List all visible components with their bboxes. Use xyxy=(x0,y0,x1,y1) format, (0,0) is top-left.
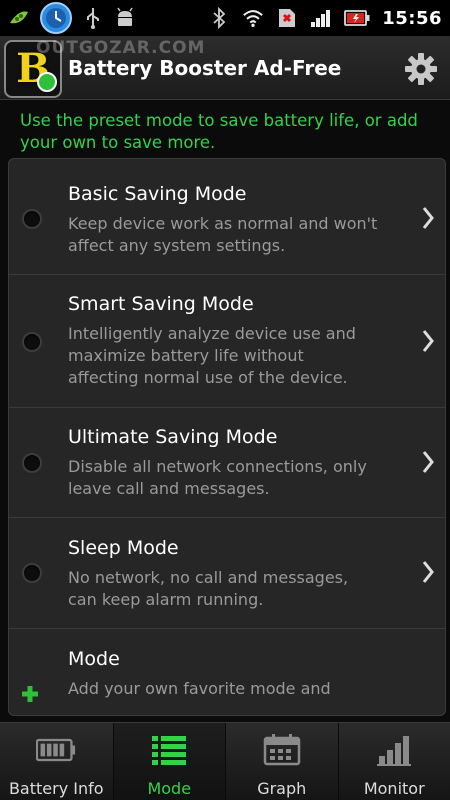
mode-description: Disable all network connections, only le… xyxy=(68,457,367,498)
tab-battery-info[interactable]: Battery Info xyxy=(0,723,113,800)
mode-item-custom[interactable]: Mode Add your own favorite mode and xyxy=(9,629,445,715)
intro-text: Use the preset mode to save battery life… xyxy=(20,111,418,152)
watermark: OUTGOZAR.COM xyxy=(36,38,206,58)
graph-calendar-icon xyxy=(262,733,302,767)
mode-title: Sleep Mode xyxy=(68,537,179,559)
bluetooth-icon xyxy=(208,7,230,29)
tab-monitor[interactable]: Monitor xyxy=(337,723,450,800)
tab-bar: Battery Info Mode Graph Monitor xyxy=(0,722,450,800)
mode-list-icon xyxy=(149,733,189,767)
pea-pod-icon xyxy=(8,7,30,29)
chevron-right-icon[interactable] xyxy=(421,450,435,474)
usb-icon xyxy=(82,7,104,29)
signal-icon xyxy=(310,7,332,29)
tab-label: Graph xyxy=(257,779,307,798)
mode-title: Ultimate Saving Mode xyxy=(68,426,278,448)
mode-radio[interactable] xyxy=(22,453,42,473)
monitor-bars-icon xyxy=(374,733,414,767)
app-header: B OUTGOZAR.COM Battery Booster Ad-Free xyxy=(0,36,450,100)
mode-item-sleep[interactable]: Sleep Mode No network, no call and messa… xyxy=(9,518,445,629)
status-bar: 15:56 xyxy=(0,0,450,36)
status-left xyxy=(8,2,136,34)
chevron-right-icon[interactable] xyxy=(421,329,435,353)
tab-label: Battery Info xyxy=(8,779,104,798)
tab-mode[interactable]: Mode xyxy=(112,723,225,800)
battery-info-icon xyxy=(36,733,76,767)
mode-item-smart[interactable]: Smart Saving Mode Intelligently analyze … xyxy=(9,275,445,408)
chevron-right-icon[interactable] xyxy=(421,206,435,230)
chevron-right-icon[interactable] xyxy=(421,560,435,584)
wifi-icon xyxy=(242,7,264,29)
logo-badge-icon xyxy=(37,72,57,92)
mode-title: Mode xyxy=(68,648,120,670)
tab-label: Mode xyxy=(147,779,192,798)
clock-app-icon xyxy=(40,2,72,34)
plus-icon[interactable] xyxy=(21,685,39,703)
battery-icon xyxy=(344,7,370,29)
mode-description: No network, no call and messages, can ke… xyxy=(68,568,349,609)
mode-item-basic[interactable]: Basic Saving Mode Keep device work as no… xyxy=(9,159,445,275)
mode-radio[interactable] xyxy=(22,209,42,229)
status-right: 15:56 xyxy=(208,7,442,29)
app-title: Battery Booster Ad-Free xyxy=(68,56,342,80)
mode-radio[interactable] xyxy=(22,332,42,352)
mode-description: Add your own favorite mode and xyxy=(68,679,331,698)
mode-item-ultimate[interactable]: Ultimate Saving Mode Disable all network… xyxy=(9,408,445,518)
mode-title: Basic Saving Mode xyxy=(68,183,247,205)
mode-description: Intelligently analyze device use and max… xyxy=(68,324,356,387)
tab-label: Monitor xyxy=(363,779,425,798)
no-sim-icon xyxy=(276,7,298,29)
mode-radio[interactable] xyxy=(22,563,42,583)
status-time: 15:56 xyxy=(382,7,442,29)
mode-list: Basic Saving Mode Keep device work as no… xyxy=(8,158,446,716)
mode-title: Smart Saving Mode xyxy=(68,293,254,315)
tab-graph[interactable]: Graph xyxy=(225,723,338,800)
mode-description: Keep device work as normal and won't aff… xyxy=(68,214,378,255)
gear-icon[interactable] xyxy=(404,52,438,86)
android-debug-icon xyxy=(114,7,136,29)
